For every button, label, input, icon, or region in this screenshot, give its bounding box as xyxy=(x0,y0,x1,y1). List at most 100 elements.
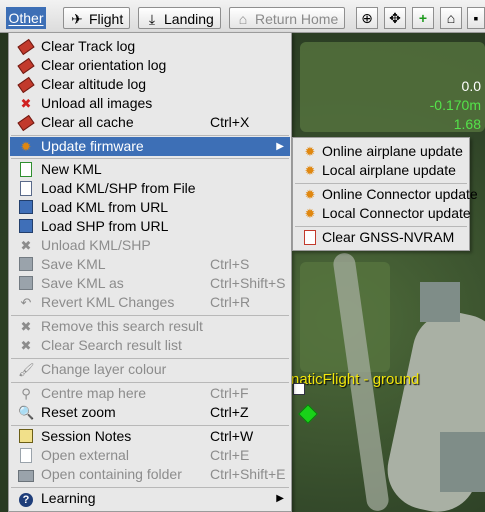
menu-separator xyxy=(11,135,289,136)
menu-item-label: Update firmware xyxy=(41,138,144,154)
submenu-item-online-airplane-update[interactable]: ✹ Online airplane update xyxy=(294,142,468,161)
menu-item-update-firmware[interactable]: ✹ Update firmware ▶ xyxy=(10,137,290,156)
submenu-item-clear-gnss-nvram[interactable]: Clear GNSS-NVRAM xyxy=(294,228,468,247)
submenu-item-local-connector-update[interactable]: ✹ Local Connector update xyxy=(294,204,471,223)
hud-value-2: -0.170m xyxy=(429,97,481,113)
floppy-icon xyxy=(18,257,34,272)
document-icon xyxy=(18,448,34,463)
return-home-icon: ⌂ xyxy=(238,11,248,27)
menu-item-label: Open containing folder xyxy=(41,466,182,482)
x-icon: ✖ xyxy=(20,96,32,111)
landing-button[interactable]: ⤓ Landing xyxy=(138,7,221,29)
menu-item-label: Unload KML/SHP xyxy=(41,237,151,253)
menu-item-new-kml[interactable]: New KML xyxy=(10,160,290,179)
menu-item-label: Change layer colour xyxy=(41,361,167,377)
menu-item-label: Load KML from URL xyxy=(41,199,169,215)
toolbar: Other ✈ Flight ⤓ Landing ⌂ Return Home ⊕ ✥ … xyxy=(0,0,485,33)
zoom-fit-icon: ⊕ xyxy=(361,10,373,26)
gear-icon: ✹ xyxy=(304,187,316,202)
hud-value-1: 0.0 xyxy=(461,78,481,94)
submenu-item-local-airplane-update[interactable]: ✹ Local airplane update xyxy=(294,161,468,180)
menu-item-unload-all-images[interactable]: ✖ Unload all images xyxy=(10,94,290,113)
menu-item-shortcut: Ctrl+W xyxy=(210,428,254,444)
clip-button[interactable]: ▪ xyxy=(467,7,485,29)
menu-item-load-shp-url[interactable]: Load SHP from URL xyxy=(10,217,290,236)
new-document-icon xyxy=(18,162,34,177)
folder-icon xyxy=(18,467,34,482)
menu-separator xyxy=(11,358,289,359)
menu-separator xyxy=(295,183,467,184)
map-building xyxy=(440,432,485,492)
menu-item-load-kml-shp-file[interactable]: Load KML/SHP from File xyxy=(10,179,290,198)
menu-item-label: Unload all images xyxy=(41,95,153,111)
update-firmware-submenu: ✹ Online airplane update ✹ Local airplan… xyxy=(292,137,478,251)
menu-item-remove-search-result[interactable]: ✖ Remove this search result xyxy=(10,317,290,336)
return-home-button[interactable]: ⌂ Return Home xyxy=(229,7,346,29)
menu-item-shortcut: Ctrl+Z xyxy=(210,404,249,420)
menu-item-clear-orientation-log[interactable]: Clear orientation log xyxy=(10,56,290,75)
submenu-item-label: Local airplane update xyxy=(322,162,456,178)
menu-item-shortcut: Ctrl+X xyxy=(210,114,250,130)
revert-icon: ↶ xyxy=(20,295,32,310)
submenu-item-label: Online airplane update xyxy=(322,143,463,159)
eraser-icon xyxy=(17,114,35,132)
submenu-item-online-connector-update[interactable]: ✹ Online Connector update xyxy=(294,185,478,204)
menu-item-session-notes[interactable]: Session Notes Ctrl+W xyxy=(10,427,290,446)
eraser-icon xyxy=(17,76,35,94)
menu-item-shortcut: Ctrl+R xyxy=(210,294,251,310)
menu-item-open-external[interactable]: Open external Ctrl+E xyxy=(10,446,290,465)
gear-icon: ✹ xyxy=(304,144,316,159)
gear-icon: ✹ xyxy=(304,163,316,178)
x-icon: ✖ xyxy=(20,338,32,353)
magnifier-icon: 🔍 xyxy=(18,405,35,420)
menu-item-open-containing-folder[interactable]: Open containing folder Ctrl+Shift+E xyxy=(10,465,290,484)
menu-item-shortcut: Ctrl+Shift+S xyxy=(210,275,286,291)
menu-other[interactable]: Other xyxy=(6,7,46,29)
note-icon xyxy=(18,429,34,444)
menu-item-label: Remove this search result xyxy=(41,318,203,334)
menu-item-save-kml[interactable]: Save KML Ctrl+S xyxy=(10,255,290,274)
menu-item-label: Clear orientation log xyxy=(41,57,167,73)
add-icon: + xyxy=(418,10,428,26)
menu-item-label: Session Notes xyxy=(41,428,132,444)
pin-icon: ⚲ xyxy=(21,386,31,401)
flight-button[interactable]: ✈ Flight xyxy=(63,7,131,29)
submenu-item-label: Clear GNSS-NVRAM xyxy=(322,229,455,245)
menu-item-label: Clear Track log xyxy=(41,38,136,54)
zoom-fit-button[interactable]: ⊕ xyxy=(356,7,378,29)
menu-item-clear-all-cache[interactable]: Clear all cache Ctrl+X xyxy=(10,113,290,132)
add-button[interactable]: + xyxy=(412,7,434,29)
menu-item-reset-zoom[interactable]: 🔍 Reset zoom Ctrl+Z xyxy=(10,403,290,422)
landing-button-label: Landing xyxy=(164,11,214,27)
menu-item-clear-track-log[interactable]: Clear Track log xyxy=(10,37,290,56)
floppy-icon xyxy=(18,200,34,215)
center-button[interactable]: ✥ xyxy=(384,7,406,29)
menu-item-unload-kml-shp[interactable]: ✖ Unload KML/SHP xyxy=(10,236,290,255)
menu-item-change-layer-colour[interactable]: 🖌 Change layer colour xyxy=(10,360,290,379)
menu-item-label: Reset zoom xyxy=(41,404,116,420)
menu-item-load-kml-url[interactable]: Load KML from URL xyxy=(10,198,290,217)
landing-icon: ⤓ xyxy=(148,11,156,27)
home-button[interactable]: ⌂ xyxy=(440,7,462,29)
document-clear-icon xyxy=(302,230,318,245)
menu-item-save-kml-as[interactable]: Save KML as Ctrl+Shift+S xyxy=(10,274,290,293)
menu-item-revert-kml[interactable]: ↶ Revert KML Changes Ctrl+R xyxy=(10,293,290,312)
hud-value-3: 1.68 xyxy=(453,116,481,132)
menu-item-label: Learning xyxy=(41,490,96,506)
floppy-icon xyxy=(18,276,34,291)
menu-item-label: Centre map here xyxy=(41,385,147,401)
other-dropdown-menu: Clear Track log Clear orientation log Cl… xyxy=(8,32,292,512)
menu-item-label: Clear altitude log xyxy=(41,76,147,92)
eraser-icon xyxy=(17,57,35,75)
document-icon xyxy=(18,181,34,196)
menu-item-label: New KML xyxy=(41,161,102,177)
submenu-arrow-icon: ▶ xyxy=(276,141,284,152)
menu-item-clear-altitude-log[interactable]: Clear altitude log xyxy=(10,75,290,94)
menu-item-learning[interactable]: ? Learning ▶ xyxy=(10,489,290,508)
menu-item-label: Revert KML Changes xyxy=(41,294,175,310)
floppy-icon xyxy=(18,219,34,234)
menu-item-shortcut: Ctrl+E xyxy=(210,447,250,463)
menu-item-clear-search-results[interactable]: ✖ Clear Search result list xyxy=(10,336,290,355)
menu-item-centre-map[interactable]: ⚲ Centre map here Ctrl+F xyxy=(10,384,290,403)
menu-item-label: Load KML/SHP from File xyxy=(41,180,196,196)
